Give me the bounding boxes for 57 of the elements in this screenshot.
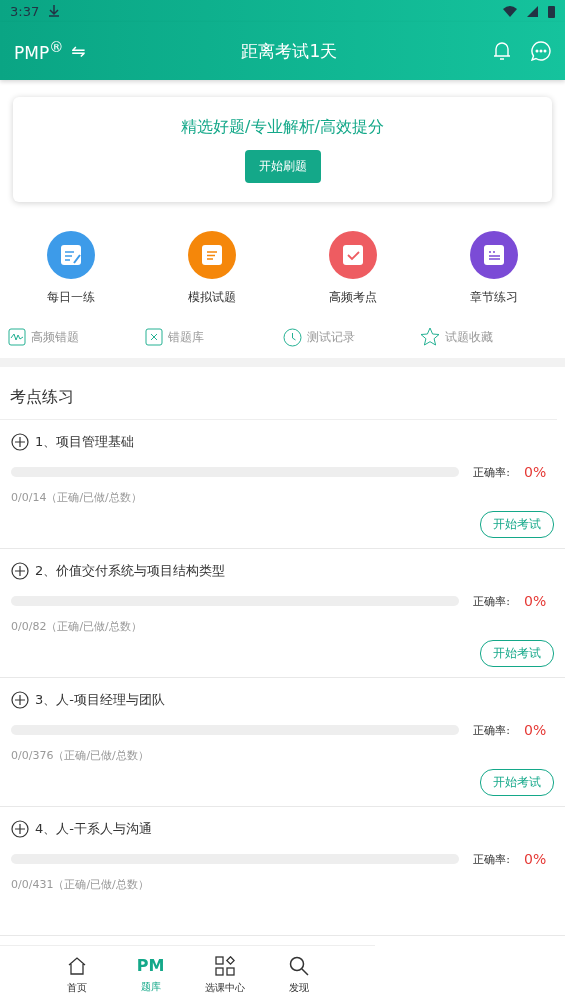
check-circle-icon[interactable] <box>329 231 378 279</box>
accuracy-value: 0% <box>524 464 548 480</box>
switch-button[interactable]: ⇋ <box>71 41 86 61</box>
answer-counts: 0/0/376（正确/已做/总数） <box>11 748 150 763</box>
star-icon <box>419 327 440 347</box>
nav-tab[interactable]: 题库 <box>140 980 161 994</box>
wifi-icon <box>503 5 517 17</box>
start-exam-button[interactable]: 开始考试 <box>480 769 554 796</box>
start-exam-button[interactable]: 开始考试 <box>480 640 554 667</box>
apps-icon <box>214 955 235 976</box>
accuracy-label: 正确率: <box>473 722 510 738</box>
tool-link[interactable]: 试题收藏 <box>444 328 493 346</box>
search-icon <box>288 955 309 976</box>
accuracy-value: 0% <box>524 722 548 738</box>
accuracy-label: 正确率: <box>473 593 510 609</box>
chapter-title: 1、项目管理基础 <box>35 433 135 451</box>
tool-link[interactable]: 错题库 <box>168 328 205 346</box>
edit-circle-icon[interactable] <box>46 231 95 279</box>
home-icon <box>66 955 87 976</box>
nav-tab[interactable]: 发现 <box>288 980 309 995</box>
feature-label[interactable]: 模拟试题 <box>187 289 236 306</box>
cross-icon <box>145 328 164 346</box>
brand-name: PMP$^{®}$ <box>14 39 64 63</box>
nav-tab[interactable]: 选课中心 <box>204 980 245 995</box>
download-icon <box>49 5 60 17</box>
tool-link[interactable]: 测试记录 <box>306 328 355 346</box>
plus-circle-icon[interactable] <box>11 433 29 451</box>
chapter-title: 2、价值交付系统与项目结构类型 <box>35 562 226 580</box>
list-circle-icon[interactable] <box>470 231 519 279</box>
clock-icon <box>282 327 302 347</box>
accuracy-label: 正确率: <box>473 851 510 867</box>
answer-counts: 0/0/431（正确/已做/总数） <box>11 877 150 892</box>
status-time: 3:37 <box>10 3 40 19</box>
signal-icon <box>527 5 538 17</box>
start-practice-button[interactable]: 开始刷题 <box>244 149 321 183</box>
feature-label[interactable]: 每日一练 <box>46 289 95 306</box>
header-title: 距离考试1天 <box>240 39 339 63</box>
feature-label[interactable]: 章节练习 <box>470 289 519 306</box>
plus-circle-icon[interactable] <box>11 691 29 709</box>
answer-counts: 0/0/82（正确/已做/总数） <box>11 619 143 634</box>
accuracy-value: 0% <box>524 851 548 867</box>
battery-icon <box>548 4 555 18</box>
banner-slogan: 精选好题/专业解析/高效提分 <box>181 116 384 138</box>
pm-logo-icon: PM <box>136 956 165 975</box>
feature-label[interactable]: 高频考点 <box>329 289 378 306</box>
accuracy-value: 0% <box>524 593 548 609</box>
plus-circle-icon[interactable] <box>11 820 29 838</box>
plus-circle-icon[interactable] <box>11 562 29 580</box>
tool-link[interactable]: 高频错题 <box>31 328 79 346</box>
chapter-title: 4、人-干系人与沟通 <box>35 820 152 838</box>
start-exam-button[interactable]: 开始考试 <box>480 511 554 538</box>
nav-tab[interactable]: 首页 <box>66 980 87 995</box>
section-title: 考点练习 <box>0 367 557 420</box>
accuracy-label: 正确率: <box>473 464 510 480</box>
answer-counts: 0/0/14（正确/已做/总数） <box>11 490 143 505</box>
wave-icon <box>8 328 26 346</box>
chapter-title: 3、人-项目经理与团队 <box>35 691 165 709</box>
